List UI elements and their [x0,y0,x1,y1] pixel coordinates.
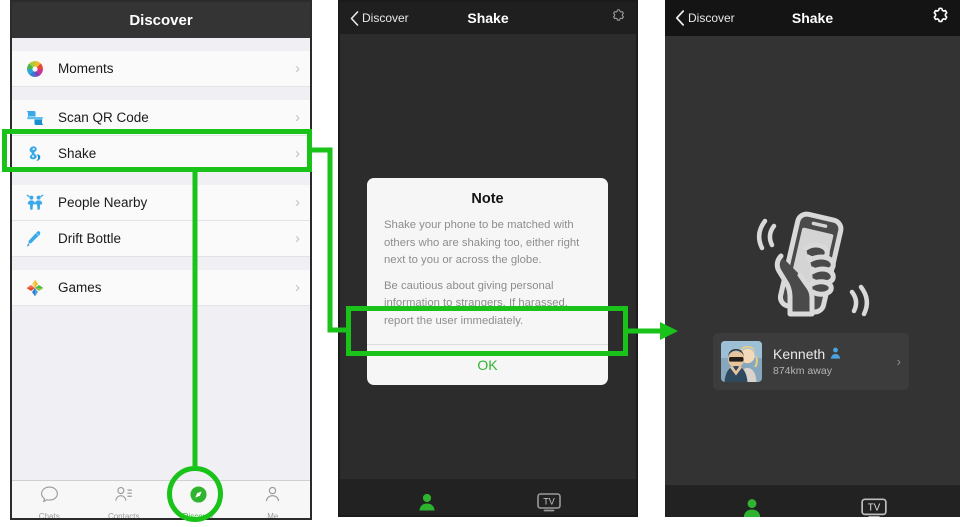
annotation-connectors [192,147,678,466]
gear-icon[interactable] [611,8,626,28]
gear-icon[interactable] [931,6,950,30]
